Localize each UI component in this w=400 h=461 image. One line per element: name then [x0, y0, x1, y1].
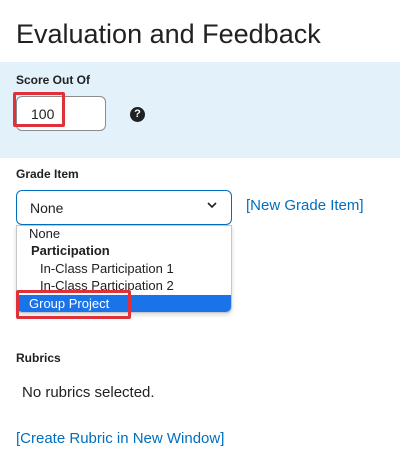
section-title: Evaluation and Feedback: [16, 19, 321, 49]
no-rubrics-text: No rubrics selected.: [22, 384, 155, 401]
grade-item-dropdown-list: None Participation In-Class Participatio…: [16, 225, 232, 313]
option-group-project[interactable]: Group Project: [17, 295, 231, 312]
create-rubric-link[interactable]: [Create Rubric in New Window]: [16, 430, 224, 447]
option-in-class-participation-2[interactable]: In-Class Participation 2: [17, 278, 231, 294]
grade-item-select[interactable]: None: [16, 190, 232, 225]
option-in-class-participation-1[interactable]: In-Class Participation 1: [17, 261, 231, 277]
option-none[interactable]: None: [17, 226, 231, 242]
grade-item-selected-value: None: [30, 200, 64, 216]
optgroup-participation: Participation: [31, 243, 110, 258]
grade-item-label: Grade Item: [16, 167, 79, 181]
chevron-down-icon: [207, 202, 217, 209]
rubrics-label: Rubrics: [16, 351, 61, 365]
question-circle-icon[interactable]: ?: [130, 107, 145, 122]
score-out-of-input[interactable]: [16, 96, 106, 131]
score-out-of-label: Score Out Of: [16, 73, 91, 87]
new-grade-item-link[interactable]: [New Grade Item]: [246, 197, 364, 214]
